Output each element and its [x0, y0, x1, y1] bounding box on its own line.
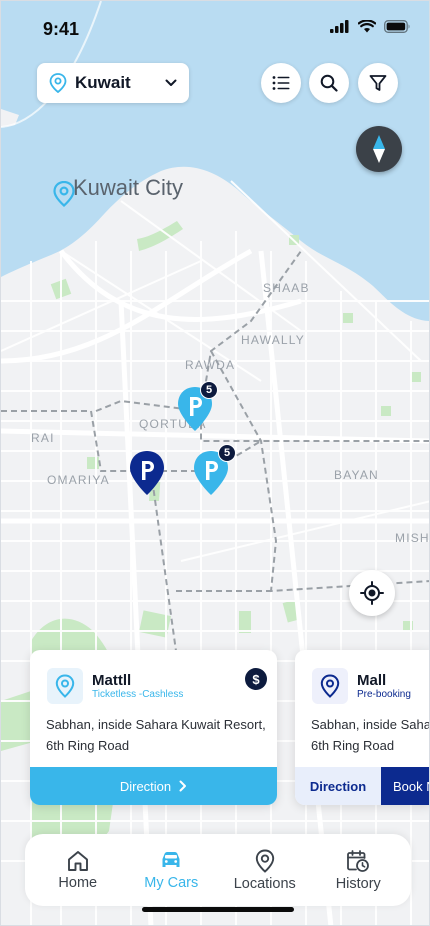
nav-label-history: History: [335, 875, 381, 892]
card-subtitle: Ticketless -Cashless: [92, 689, 184, 700]
address-line: 6th Ring Road: [311, 738, 395, 753]
wifi-icon: [358, 20, 376, 33]
paid-badge: $: [245, 668, 267, 690]
app-screen: Kuwait City SHAAB HAWALLY RAWDA QORTUBA …: [0, 0, 430, 926]
crosshair-icon: [360, 581, 384, 605]
filter-icon: [369, 75, 387, 91]
parking-pin[interactable]: 5: [192, 444, 236, 497]
chevron-right-icon: [179, 780, 187, 792]
compass-button[interactable]: [356, 126, 402, 172]
parking-marker-icon: [130, 451, 164, 495]
location-pin-icon: [49, 73, 67, 93]
direction-button[interactable]: Direction: [295, 767, 381, 805]
address-line: Sabhan, inside Sahar: [311, 717, 430, 732]
list-view-button[interactable]: [261, 63, 301, 103]
book-now-button[interactable]: Book N: [381, 767, 429, 805]
direction-button[interactable]: Direction: [30, 767, 277, 805]
history-calendar-icon: [347, 849, 370, 872]
location-pin-icon: [255, 849, 274, 873]
list-icon: [272, 76, 290, 90]
card-title: Mall: [357, 672, 387, 689]
address-line: 6th Ring Road: [46, 738, 130, 753]
nav-label-my-cars: My Cars: [144, 874, 199, 891]
nav-item-locations[interactable]: Locations: [221, 849, 309, 892]
pin-count-badge: 5: [218, 444, 236, 462]
area-label-hawally: HAWALLY: [241, 333, 305, 347]
card-address: Sabhan, inside Sahara Kuwait Resort, 6th…: [46, 714, 266, 756]
nav-label-home: Home: [58, 874, 98, 891]
card-subtitle: Pre-booking: [357, 689, 411, 700]
my-location-button[interactable]: [349, 570, 395, 616]
parking-pin-selected[interactable]: [128, 449, 166, 497]
nav-item-history[interactable]: History: [314, 849, 402, 892]
address-line: Sabhan, inside Sahara Kuwait Resort,: [46, 717, 266, 732]
battery-icon: [384, 20, 410, 33]
compass-icon: [373, 135, 385, 163]
nav-item-my-cars[interactable]: My Cars: [127, 850, 215, 891]
nav-label-locations: Locations: [233, 875, 296, 892]
chevron-down-icon: [165, 79, 177, 86]
nav-item-home[interactable]: Home: [34, 850, 122, 891]
area-label-rai: RAI: [31, 431, 55, 445]
card-address: Sabhan, inside Sahar 6th Ring Road: [311, 714, 430, 756]
parking-pin[interactable]: 5: [176, 381, 218, 433]
city-location-icon[interactable]: [53, 181, 75, 207]
area-label-mish: MISH: [395, 531, 430, 545]
city-label: Kuwait City: [73, 175, 184, 200]
home-indicator: [142, 907, 294, 912]
pin-count-badge: 5: [200, 381, 218, 399]
parking-card[interactable]: Mall Pre-booking Sabhan, inside Sahar 6t…: [295, 650, 430, 805]
area-label-omariya: OMARIYA: [47, 473, 110, 487]
search-button[interactable]: [309, 63, 349, 103]
home-icon: [67, 850, 88, 871]
car-icon: [162, 851, 180, 867]
status-icons: [330, 20, 411, 33]
location-pin-icon: [320, 674, 340, 698]
direction-label: Direction: [119, 778, 172, 794]
area-label-rawda: RAWDA: [185, 358, 236, 372]
card-title: Mattll: [92, 672, 132, 689]
signal-icon: [330, 20, 349, 33]
status-time: 9:41: [43, 19, 80, 39]
bottom-navigation: Home My Cars Locations History: [25, 834, 411, 906]
card-location-icon-box: [47, 668, 83, 704]
country-label: Kuwait: [75, 73, 131, 92]
area-label-shaab: SHAAB: [263, 281, 310, 295]
filter-button[interactable]: [358, 63, 398, 103]
country-dropdown[interactable]: Kuwait: [37, 63, 189, 103]
card-location-icon-box: [312, 668, 348, 704]
area-label-bayan: BAYAN: [334, 468, 379, 482]
search-icon: [320, 74, 338, 92]
parking-card[interactable]: Mattll Ticketless -Cashless $ Sabhan, in…: [30, 650, 277, 805]
location-pin-icon: [55, 674, 75, 698]
